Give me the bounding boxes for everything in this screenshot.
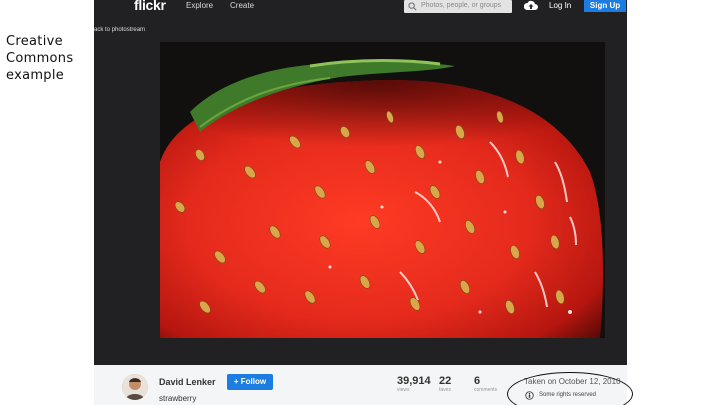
faves-label: faves [439, 387, 451, 393]
views-count: 39,914 [397, 375, 431, 387]
avatar[interactable] [122, 374, 148, 400]
views-label: views [397, 387, 410, 393]
avatar-image [122, 374, 148, 400]
strawberry-photo[interactable] [160, 42, 605, 338]
signup-button[interactable]: Sign Up [584, 0, 626, 12]
slide-caption: Creative Commons example [6, 34, 74, 83]
follow-button[interactable]: + Follow [227, 374, 273, 390]
nav-create[interactable]: Create [230, 1, 254, 10]
upload-cloud-icon[interactable] [524, 0, 538, 11]
strawberry-image [160, 42, 605, 338]
flickr-screenshot: flickr Explore Create Photos, people, or… [94, 0, 627, 405]
views-stat: 39,914 views [397, 375, 431, 394]
nav-explore[interactable]: Explore [186, 1, 213, 10]
login-link[interactable]: Log In [549, 1, 571, 10]
comments-count: 6 [474, 375, 481, 387]
faves-count: 22 [439, 375, 452, 387]
comments-stat: 6 comments [474, 375, 497, 394]
search-placeholder: Photos, people, or groups [421, 2, 502, 9]
top-nav: flickr Explore Create Photos, people, or… [94, 0, 627, 14]
flickr-logo[interactable]: flickr [134, 0, 166, 13]
back-to-photostream-link[interactable]: ack to photostream [94, 27, 145, 33]
search-icon [408, 2, 417, 11]
search-input[interactable]: Photos, people, or groups [404, 0, 512, 13]
photo-title: strawberry [159, 394, 197, 403]
author-name[interactable]: David Lenker [159, 377, 216, 387]
faves-stat: 22 faves [439, 375, 451, 394]
comments-label: comments [474, 387, 498, 393]
